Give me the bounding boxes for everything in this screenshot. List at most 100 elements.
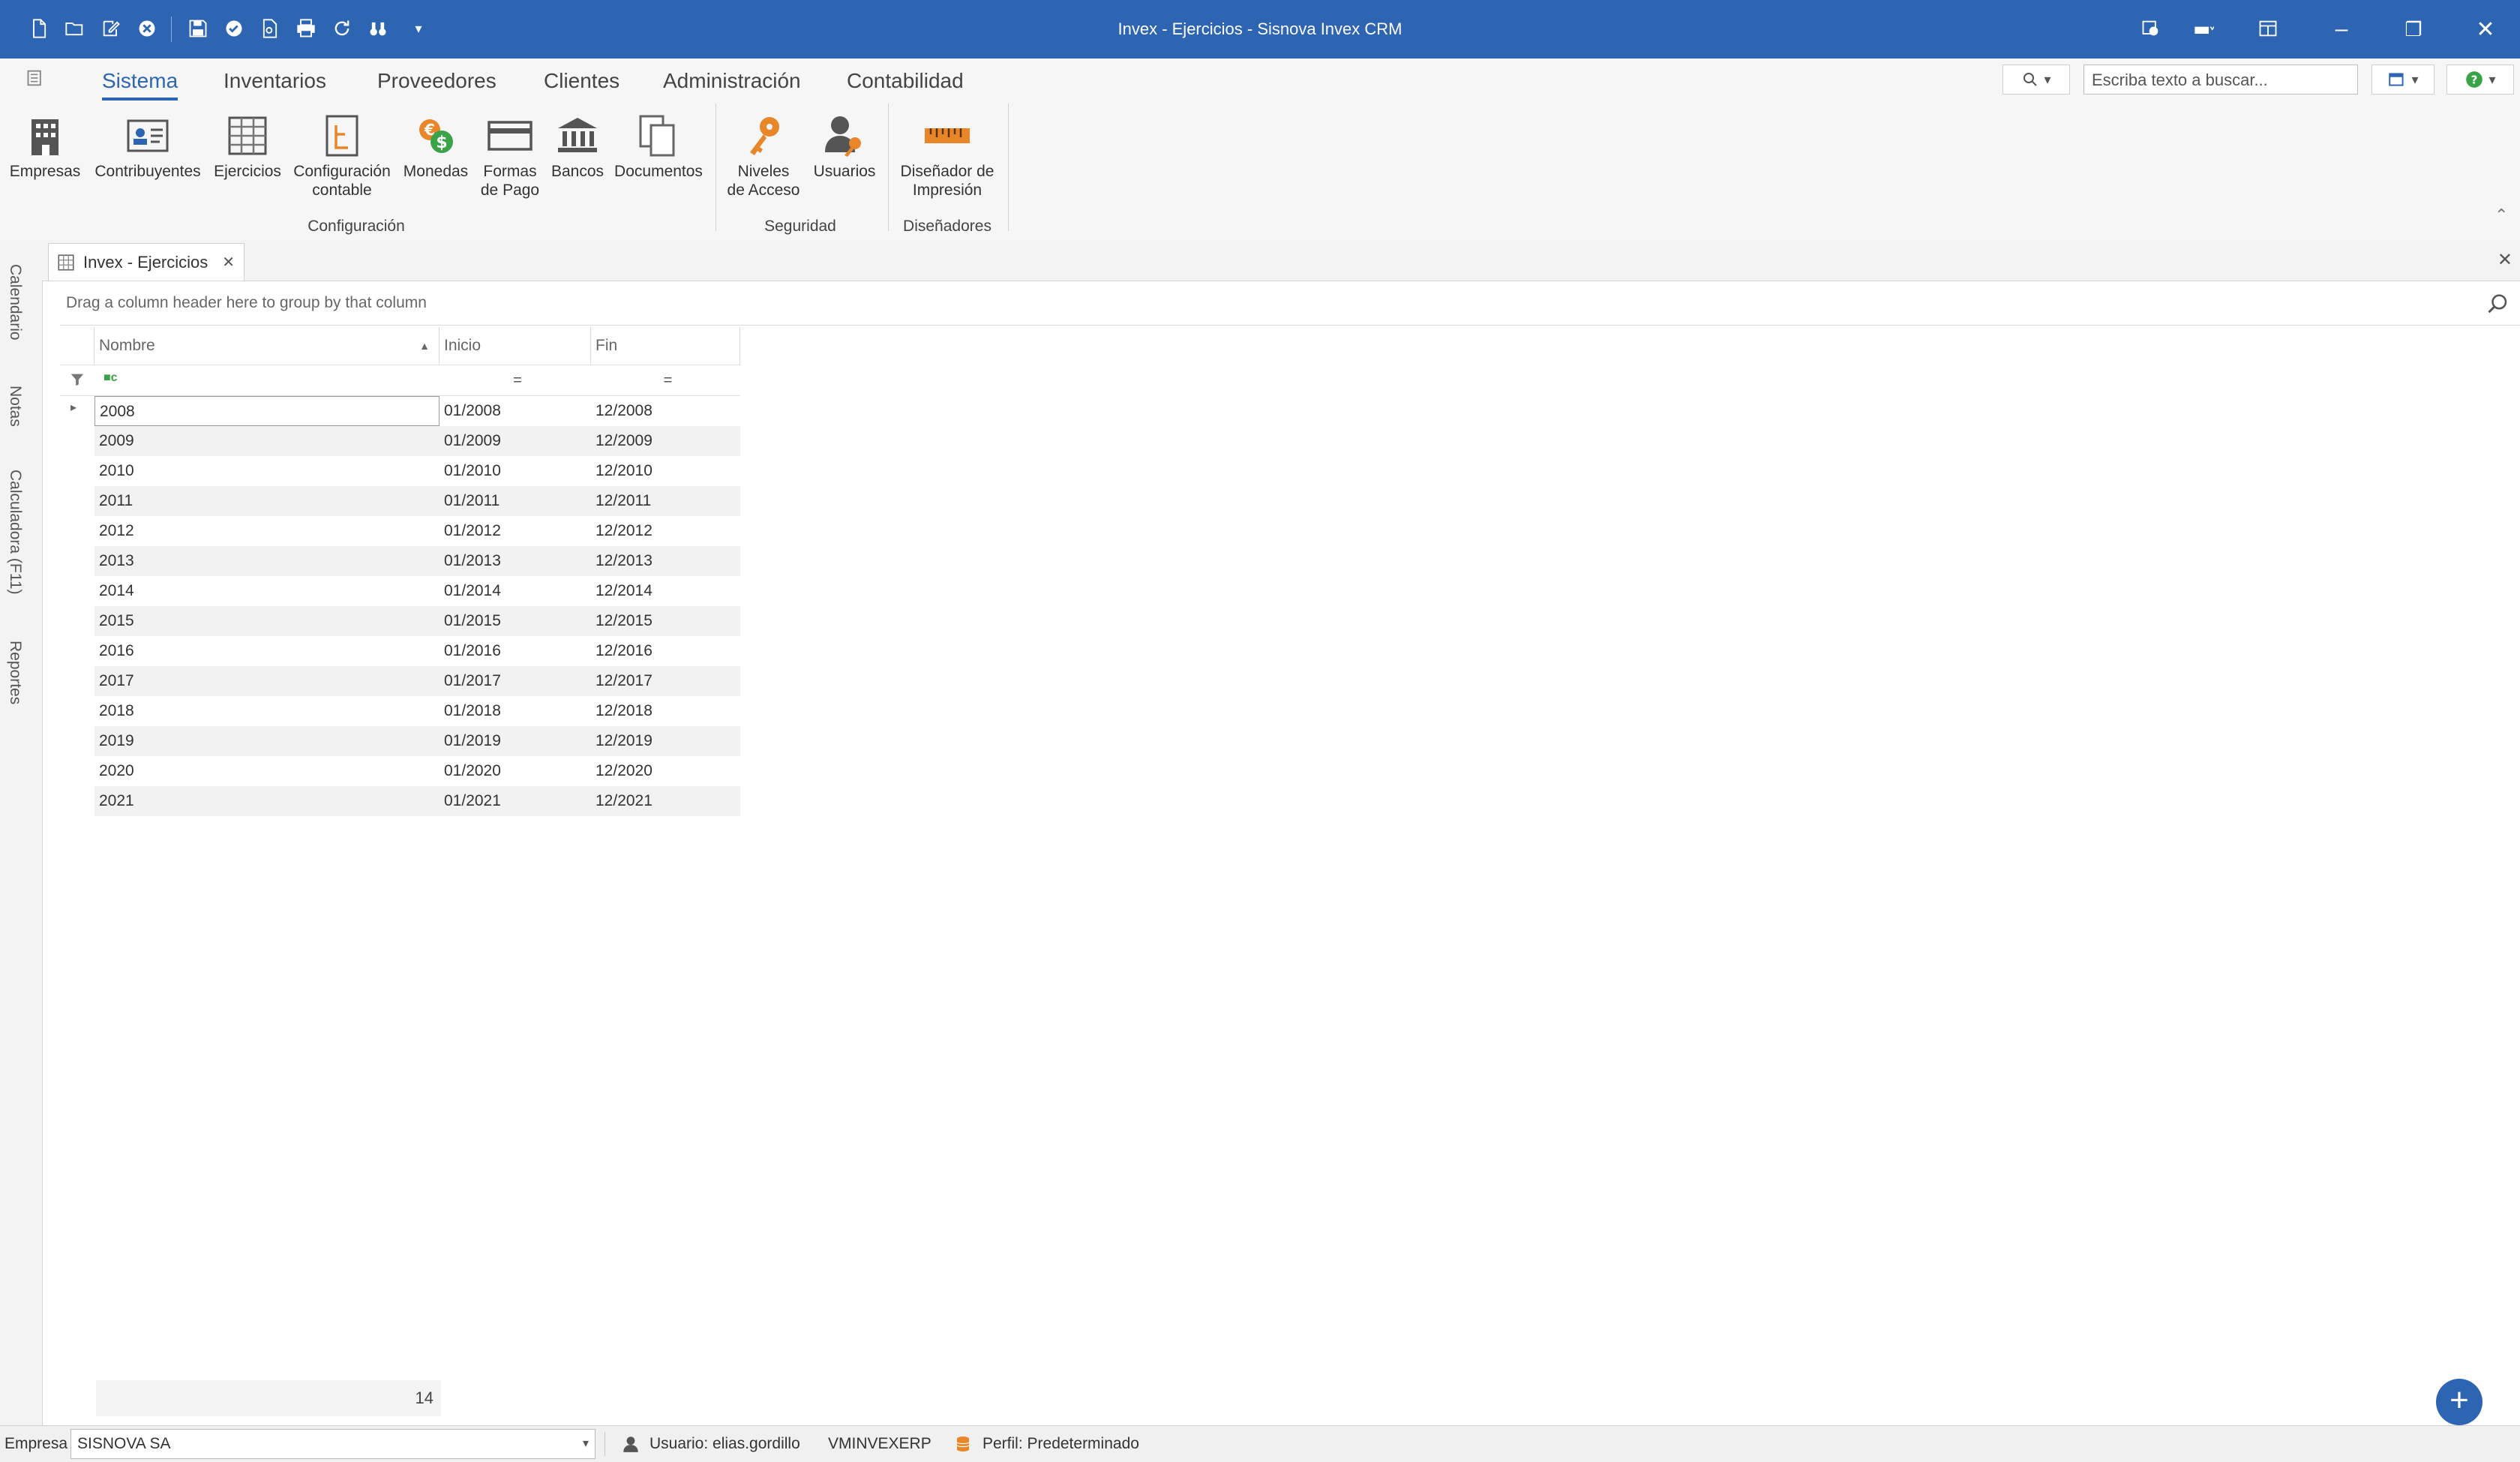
cell-fin[interactable]: 12/2013	[591, 546, 740, 576]
edit-icon[interactable]	[98, 15, 124, 42]
table-row[interactable]: 2018 01/2018 12/2018	[94, 696, 740, 726]
cell-fin[interactable]: 12/2016	[591, 636, 740, 666]
contains-operator-icon[interactable]: ■c	[104, 371, 118, 385]
save-icon[interactable]	[184, 15, 212, 42]
tab-contabilidad[interactable]: Contabilidad	[847, 65, 964, 98]
style-selector-icon[interactable]	[2130, 15, 2172, 42]
refresh-icon[interactable]	[328, 15, 356, 42]
table-row[interactable]: 2021 01/2021 12/2021	[94, 786, 740, 816]
cell-inicio[interactable]: 01/2019	[440, 726, 591, 756]
table-row[interactable]: 2020 01/2020 12/2020	[94, 756, 740, 786]
table-row[interactable]: 2019 01/2019 12/2019	[94, 726, 740, 756]
configuracion-contable-button[interactable]: Configuración contable	[290, 110, 394, 200]
new-file-icon[interactable]	[26, 15, 52, 42]
cell-inicio[interactable]: 01/2020	[440, 756, 591, 786]
table-row[interactable]: 2015 01/2015 12/2015	[94, 606, 740, 636]
table-row[interactable]: 2010 01/2010 12/2010	[94, 456, 740, 486]
cell-nombre[interactable]: 2016	[94, 636, 440, 666]
search-icon[interactable]	[2487, 293, 2510, 315]
cell-fin[interactable]: 12/2020	[591, 756, 740, 786]
filter-icon[interactable]	[69, 371, 86, 392]
disenador-de-impresion-button[interactable]: Diseñador de Impresión	[892, 110, 1002, 200]
column-header-inicio[interactable]: Inicio	[440, 327, 591, 365]
close-document-icon[interactable]: ✕	[2498, 249, 2512, 271]
monedas-button[interactable]: € $ Monedas	[399, 110, 472, 181]
restore-button[interactable]: ❐	[2378, 0, 2450, 59]
close-tab-icon[interactable]: ✕	[222, 253, 235, 272]
color-bar-icon[interactable]	[2182, 15, 2224, 42]
filter-cell-nombre[interactable]: ■c	[99, 365, 440, 395]
column-header-fin[interactable]: Fin	[591, 327, 740, 365]
cell-inicio[interactable]: 01/2008	[440, 396, 591, 426]
cell-nombre[interactable]: 2015	[94, 606, 440, 636]
table-row[interactable]: 2014 01/2014 12/2014	[94, 576, 740, 606]
usuarios-button[interactable]: Usuarios	[808, 110, 880, 181]
empresas-button[interactable]: Empresas	[6, 110, 84, 181]
cell-fin[interactable]: 12/2014	[591, 576, 740, 606]
collapse-ribbon-icon[interactable]: ⌃	[2494, 206, 2508, 225]
cell-fin[interactable]: 12/2011	[591, 486, 740, 516]
cell-nombre[interactable]: 2019	[94, 726, 440, 756]
formas-de-pago-button[interactable]: Formas de Pago	[474, 110, 546, 200]
cell-fin[interactable]: 12/2017	[591, 666, 740, 696]
tab-sistema[interactable]: Sistema	[102, 65, 178, 101]
ejercicios-button[interactable]: Ejercicios	[212, 110, 284, 181]
layout-icon[interactable]	[2254, 15, 2282, 42]
cell-inicio[interactable]: 01/2017	[440, 666, 591, 696]
app-menu-icon[interactable]	[22, 65, 50, 92]
cell-fin[interactable]: 12/2009	[591, 426, 740, 456]
cell-fin[interactable]: 12/2008	[591, 396, 740, 426]
table-row[interactable]: 2008 01/2008 12/2008	[94, 396, 740, 426]
cell-inicio[interactable]: 01/2018	[440, 696, 591, 726]
close-button[interactable]: ✕	[2450, 0, 2520, 59]
cell-nombre[interactable]: 2012	[94, 516, 440, 546]
binoculars-icon[interactable]	[364, 15, 392, 42]
group-panel[interactable]: Drag a column header here to group by th…	[60, 281, 2520, 326]
check-icon[interactable]	[220, 15, 248, 42]
cell-inicio[interactable]: 01/2014	[440, 576, 591, 606]
search-input[interactable]: Escriba texto a buscar...	[2084, 65, 2358, 95]
cell-inicio[interactable]: 01/2015	[440, 606, 591, 636]
niveles-de-acceso-button[interactable]: Niveles de Acceso	[720, 110, 807, 200]
cell-fin[interactable]: 12/2019	[591, 726, 740, 756]
documentos-button[interactable]: Documentos	[610, 110, 706, 181]
cell-inicio[interactable]: 01/2016	[440, 636, 591, 666]
cell-nombre[interactable]: 2013	[94, 546, 440, 576]
cell-nombre[interactable]: 2010	[94, 456, 440, 486]
filter-cell-inicio[interactable]: =	[444, 365, 591, 395]
side-tab-calculadora[interactable]: Calculadora (F11)	[6, 470, 24, 595]
table-row[interactable]: 2013 01/2013 12/2013	[94, 546, 740, 576]
tab-invex-ejercicios[interactable]: Invex - Ejercicios ✕	[48, 243, 244, 281]
open-folder-icon[interactable]	[62, 15, 88, 42]
table-row[interactable]: 2017 01/2017 12/2017	[94, 666, 740, 696]
calendar-options-button[interactable]: ▾	[2372, 65, 2434, 95]
tab-proveedores[interactable]: Proveedores	[377, 65, 496, 98]
table-row[interactable]: 2011 01/2011 12/2011	[94, 486, 740, 516]
side-tab-reportes[interactable]: Reportes	[6, 641, 24, 704]
tab-inventarios[interactable]: Inventarios	[224, 65, 326, 98]
bancos-button[interactable]: Bancos	[544, 110, 610, 181]
help-button[interactable]: ? ▾	[2446, 65, 2514, 95]
tab-administracion[interactable]: Administración	[663, 65, 801, 98]
dropdown-icon[interactable]: ▾	[405, 15, 432, 42]
cell-nombre[interactable]: 2008	[94, 396, 440, 426]
side-tab-calendario[interactable]: Calendario	[6, 264, 24, 341]
cell-nombre[interactable]: 2014	[94, 576, 440, 606]
side-tab-notas[interactable]: Notas	[6, 386, 24, 427]
minimize-button[interactable]: –	[2306, 0, 2378, 59]
cell-nombre[interactable]: 2011	[94, 486, 440, 516]
cell-inicio[interactable]: 01/2011	[440, 486, 591, 516]
filter-cell-fin[interactable]: =	[596, 365, 740, 395]
cell-inicio[interactable]: 01/2009	[440, 426, 591, 456]
cell-inicio[interactable]: 01/2013	[440, 546, 591, 576]
add-button[interactable]: +	[2436, 1379, 2482, 1425]
cancel-icon[interactable]	[134, 15, 160, 42]
cell-nombre[interactable]: 2009	[94, 426, 440, 456]
empresa-select[interactable]: SISNOVA SA ▾	[70, 1429, 596, 1459]
cell-nombre[interactable]: 2021	[94, 786, 440, 816]
print-icon[interactable]	[292, 15, 320, 42]
cell-nombre[interactable]: 2018	[94, 696, 440, 726]
preview-icon[interactable]	[256, 15, 284, 42]
cell-inicio[interactable]: 01/2021	[440, 786, 591, 816]
table-row[interactable]: 2016 01/2016 12/2016	[94, 636, 740, 666]
